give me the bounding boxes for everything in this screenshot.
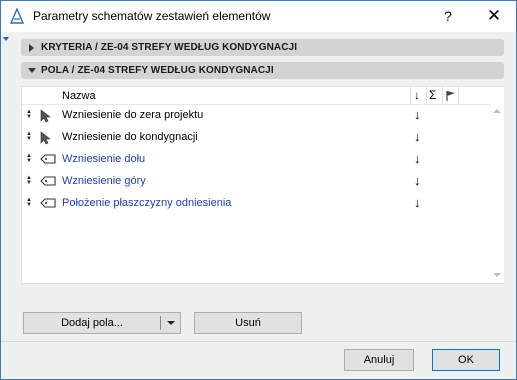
archicad-logo-icon xyxy=(9,7,25,24)
list-rows: ▲ ▼ Wzniesienie do zera projektu ↓ ▲ ▼ Wzniesi… xyxy=(22,105,490,215)
sort-arrow-icon[interactable]: ↓ xyxy=(414,195,421,210)
sort-arrow-icon[interactable]: ↓ xyxy=(414,151,421,166)
sort-arrow-icon[interactable]: ↓ xyxy=(414,173,421,188)
add-fields-button[interactable]: Dodaj pola... xyxy=(23,312,181,334)
list-header: Nazwa ↓ Σ xyxy=(22,87,490,105)
help-button[interactable]: ? xyxy=(437,6,459,26)
list-item-label: Wzniesienie do kondygnacji xyxy=(62,131,198,143)
cancel-button[interactable]: Anuluj xyxy=(344,349,414,371)
section-criteria[interactable]: KRYTERIA / ZE-04 STREFY WEDŁUG KONDYGNAC… xyxy=(21,39,504,56)
zone-tag-icon xyxy=(39,175,57,189)
scroll-up-icon[interactable] xyxy=(493,109,501,113)
fields-list: Nazwa ↓ Σ ▲ ▼ Wzniesienie do zera projektu… xyxy=(21,86,504,284)
column-divider xyxy=(410,87,411,105)
list-item-label: Wzniesienie do zera projektu xyxy=(62,109,204,121)
side-expand-icon[interactable] xyxy=(3,37,9,41)
reorder-handle-icon[interactable]: ▲ ▼ xyxy=(25,197,33,208)
dialog-window: Parametry schematów zestawień elementów … xyxy=(0,0,517,380)
list-item[interactable]: ▲ ▼ Położenie płaszczyzny odniesienia ↓ xyxy=(22,193,490,215)
vertical-scrollbar[interactable] xyxy=(490,87,504,283)
zone-tag-icon xyxy=(39,197,57,211)
sort-arrow-icon[interactable]: ↓ xyxy=(414,107,421,122)
list-item[interactable]: ▲ ▼ Wzniesienie góry ↓ xyxy=(22,171,490,193)
header-sum-icon[interactable]: Σ xyxy=(429,88,436,102)
column-divider xyxy=(442,87,443,105)
list-item[interactable]: ▲ ▼ Wzniesienie do kondygnacji ↓ xyxy=(22,127,490,149)
dropdown-arrow-icon[interactable] xyxy=(167,321,175,325)
list-item-label: Wzniesienie dołu xyxy=(62,153,146,165)
scroll-down-icon[interactable] xyxy=(493,273,501,277)
remove-button[interactable]: Usuń xyxy=(194,312,302,334)
list-item-label: Wzniesienie góry xyxy=(62,175,146,187)
section-fields-label: POLA / ZE-04 STREFY WEDŁUG KONDYGNACJI xyxy=(41,65,274,76)
column-divider xyxy=(426,87,427,105)
sort-arrow-icon[interactable]: ↓ xyxy=(414,129,421,144)
section-criteria-label: KRYTERIA / ZE-04 STREFY WEDŁUG KONDYGNAC… xyxy=(41,42,298,53)
title-bar: Parametry schematów zestawień elementów … xyxy=(1,1,516,32)
reorder-handle-icon[interactable]: ▲ ▼ xyxy=(25,109,33,120)
cursor-icon xyxy=(39,109,57,123)
list-item-label: Położenie płaszczyzny odniesienia xyxy=(62,197,232,209)
zone-tag-icon xyxy=(39,153,57,167)
footer-divider xyxy=(1,341,516,342)
close-button[interactable]: ✕ xyxy=(479,5,509,27)
header-name[interactable]: Nazwa xyxy=(62,90,96,102)
expand-down-icon xyxy=(28,68,36,73)
list-item[interactable]: ▲ ▼ Wzniesienie dołu ↓ xyxy=(22,149,490,171)
header-sort-icon[interactable]: ↓ xyxy=(414,88,420,102)
split-separator xyxy=(160,316,161,330)
section-fields[interactable]: POLA / ZE-04 STREFY WEDŁUG KONDYGNACJI xyxy=(21,62,504,79)
add-fields-label: Dodaj pola... xyxy=(61,317,123,329)
expand-right-icon xyxy=(29,44,34,52)
flag-icon[interactable] xyxy=(445,90,457,105)
ok-button[interactable]: OK xyxy=(432,349,500,371)
cursor-icon xyxy=(39,131,57,145)
list-item[interactable]: ▲ ▼ Wzniesienie do zera projektu ↓ xyxy=(22,105,490,127)
reorder-handle-icon[interactable]: ▲ ▼ xyxy=(25,153,33,164)
reorder-handle-icon[interactable]: ▲ ▼ xyxy=(25,175,33,186)
reorder-handle-icon[interactable]: ▲ ▼ xyxy=(25,131,33,142)
column-divider xyxy=(458,87,459,105)
window-title: Parametry schematów zestawień elementów xyxy=(33,9,271,23)
